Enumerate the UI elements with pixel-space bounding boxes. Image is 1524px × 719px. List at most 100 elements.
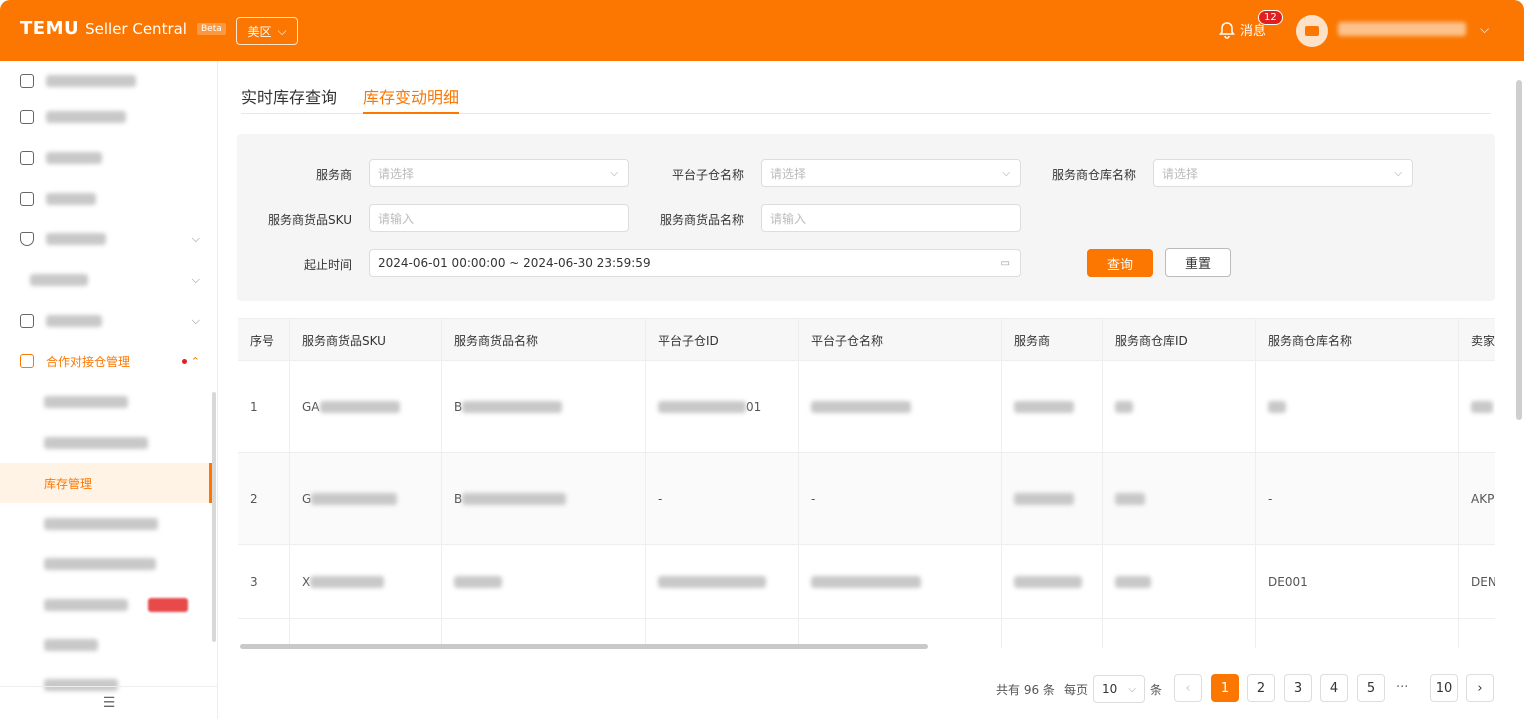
cell-name: B bbox=[442, 361, 646, 452]
page-button[interactable]: 2 bbox=[1247, 674, 1275, 702]
chevron-down-icon[interactable]: ⌵ bbox=[1480, 22, 1489, 37]
sidebar-sub-inventory[interactable]: 库存管理 bbox=[0, 463, 212, 503]
cell-sub-id: - bbox=[646, 453, 799, 544]
store-icon bbox=[1305, 26, 1319, 36]
image-icon bbox=[20, 110, 34, 124]
sidebar-item-6[interactable]: ⌵ bbox=[0, 260, 212, 300]
provider-wh-label: 服务商仓库名称 bbox=[1051, 168, 1136, 182]
redacted-value bbox=[1115, 575, 1151, 588]
sidebar-item-3[interactable] bbox=[0, 138, 212, 178]
cell-text: X bbox=[302, 574, 311, 589]
provider-select[interactable]: 请选择 ⌵ bbox=[369, 159, 629, 187]
provider-wh-select[interactable]: 请选择 ⌵ bbox=[1153, 159, 1413, 187]
per-page-select[interactable]: 10 ⌵ bbox=[1093, 675, 1145, 703]
cell-empty bbox=[1256, 619, 1459, 648]
page-button[interactable]: 1 bbox=[1211, 674, 1239, 702]
per-page-value: 10 bbox=[1102, 682, 1118, 696]
redacted-value bbox=[1014, 575, 1082, 588]
column-header: 卖家 bbox=[1459, 319, 1495, 361]
next-page-button[interactable]: › bbox=[1466, 674, 1494, 702]
sidebar-sub-5[interactable] bbox=[0, 544, 212, 584]
date-range-picker[interactable]: 2024-06-01 00:00:00 ~ 2024-06-30 23:59:5… bbox=[369, 249, 1021, 277]
table-row[interactable]: 1 GA B 01 bbox=[238, 361, 1495, 453]
horizontal-scrollbar[interactable] bbox=[240, 644, 928, 649]
redacted-value bbox=[319, 400, 400, 413]
redacted-label bbox=[46, 75, 136, 87]
avatar[interactable] bbox=[1296, 15, 1328, 47]
redacted-value bbox=[658, 400, 746, 413]
redacted-label bbox=[46, 233, 106, 245]
sidebar-sub-6[interactable] bbox=[0, 585, 212, 625]
per-page-label: 每页 bbox=[1064, 683, 1089, 697]
goods-name-label: 服务商货品名称 bbox=[659, 213, 744, 227]
sidebar-item-1[interactable] bbox=[0, 61, 212, 101]
prev-page-button[interactable]: ‹ bbox=[1174, 674, 1202, 702]
sidebar-sub-2[interactable] bbox=[0, 423, 212, 463]
beta-badge: Beta bbox=[196, 22, 226, 35]
tab-realtime-inventory[interactable]: 实时库存查询 bbox=[241, 84, 337, 114]
sidebar-item-7[interactable]: ⌵ bbox=[0, 301, 212, 341]
sidebar-item-2[interactable] bbox=[0, 97, 212, 137]
redacted-value bbox=[811, 575, 921, 588]
sidebar: ⌵ ⌵ ⌵ 合作对接仓管理 ⌃ 库存管理 bbox=[0, 61, 218, 719]
cell-seller bbox=[1459, 361, 1495, 452]
cell-wh-id bbox=[1103, 361, 1256, 452]
reset-button[interactable]: 重置 bbox=[1165, 248, 1231, 277]
goods-name-placeholder: 请输入 bbox=[770, 211, 807, 226]
cell-text: GA bbox=[302, 399, 320, 414]
logo[interactable]: TEMU Seller Central Beta bbox=[20, 18, 226, 39]
redacted-label bbox=[44, 437, 148, 449]
user-name-redacted[interactable] bbox=[1338, 22, 1466, 36]
product-name: Seller Central bbox=[85, 19, 187, 38]
sidebar-sub-label: 库存管理 bbox=[44, 476, 93, 491]
tab-inventory-changes[interactable]: 库存变动明细 bbox=[363, 84, 460, 114]
sidebar-item-4[interactable] bbox=[0, 179, 212, 219]
notification-dot bbox=[182, 358, 187, 364]
cell-seller: DEN bbox=[1459, 545, 1495, 618]
sku-label: 服务商货品SKU bbox=[268, 213, 352, 227]
region-selector[interactable]: 美区 ⌵ bbox=[236, 17, 298, 45]
shield-icon bbox=[20, 232, 34, 246]
sidebar-item-5[interactable]: ⌵ bbox=[0, 219, 212, 259]
sidebar-sub-7[interactable] bbox=[0, 625, 212, 665]
goods-name-input[interactable]: 请输入 bbox=[761, 204, 1021, 232]
sidebar-sub-4[interactable] bbox=[0, 504, 212, 544]
page-button[interactable]: 3 bbox=[1284, 674, 1312, 702]
redacted-value bbox=[1268, 400, 1286, 413]
region-label: 美区 bbox=[247, 24, 272, 39]
page-button[interactable]: 10 bbox=[1430, 674, 1458, 702]
table-row[interactable]: 3 X DE001 DEN bbox=[238, 545, 1495, 619]
cell-sub-name: - bbox=[799, 453, 1002, 544]
sidebar-group-warehouse[interactable]: 合作对接仓管理 ⌃ bbox=[0, 341, 212, 381]
collapse-sidebar-button[interactable]: ☰ bbox=[0, 686, 218, 719]
chevron-down-icon: ⌵ bbox=[191, 314, 200, 327]
table-header: 序号 服务商货品SKU 服务商货品名称 平台子仓ID 平台子仓名称 服务商 服务… bbox=[238, 319, 1495, 361]
cell-no: 2 bbox=[238, 453, 290, 544]
column-header: 服务商 bbox=[1002, 319, 1103, 361]
sku-placeholder: 请输入 bbox=[378, 211, 415, 226]
sub-warehouse-select[interactable]: 请选择 ⌵ bbox=[761, 159, 1021, 187]
cell-empty bbox=[1459, 619, 1495, 648]
table-row[interactable]: 2 G B - - - AKP bbox=[238, 453, 1495, 545]
messages-button[interactable]: 消息 12 bbox=[1218, 10, 1283, 39]
redacted-badge bbox=[148, 598, 188, 612]
cell-empty bbox=[1103, 619, 1256, 648]
redacted-label bbox=[46, 315, 102, 327]
total-count: 共有 96 条 bbox=[996, 683, 1055, 697]
redacted-value bbox=[462, 400, 563, 413]
sidebar-sub-1[interactable] bbox=[0, 382, 212, 422]
page-scrollbar[interactable] bbox=[1516, 80, 1522, 420]
cell-seller: AKP bbox=[1459, 453, 1495, 544]
sku-input[interactable]: 请输入 bbox=[369, 204, 629, 232]
page-button[interactable]: 5 bbox=[1357, 674, 1385, 702]
page-button[interactable]: 4 bbox=[1320, 674, 1348, 702]
search-button[interactable]: 查询 bbox=[1087, 249, 1153, 277]
messages-count-badge: 12 bbox=[1258, 10, 1283, 25]
cell-sub-name bbox=[799, 545, 1002, 618]
pagination-ellipsis[interactable]: ··· bbox=[1396, 680, 1408, 695]
bell-icon bbox=[1219, 21, 1235, 39]
sidebar-scrollbar[interactable] bbox=[212, 392, 216, 642]
redacted-value bbox=[1014, 492, 1074, 505]
cell-provider bbox=[1002, 545, 1103, 618]
redacted-label bbox=[44, 518, 158, 530]
